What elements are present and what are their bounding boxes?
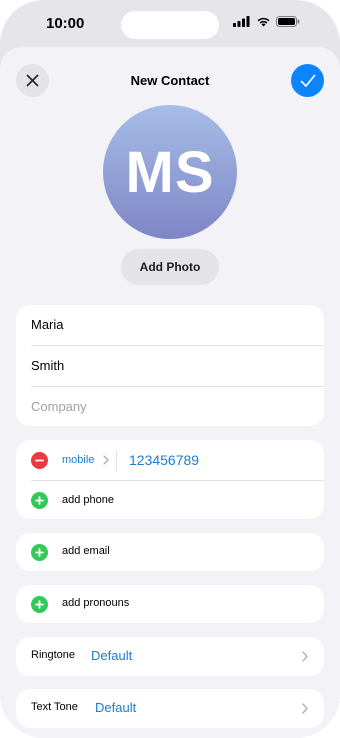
text-tone-label: Text Tone (31, 701, 78, 713)
remove-phone-button[interactable] (31, 452, 48, 469)
avatar-initials: MS (125, 139, 215, 205)
plus-icon (35, 600, 44, 609)
dynamic-island (121, 11, 219, 39)
company-placeholder: Company (31, 399, 87, 414)
first-name-value: Maria (31, 317, 64, 332)
done-button[interactable] (291, 64, 324, 97)
phone-label-selector[interactable]: mobile (62, 454, 94, 466)
text-tone-row[interactable]: Text Tone Default (16, 689, 324, 728)
add-photo-button[interactable]: Add Photo (121, 249, 219, 285)
status-time: 10:00 (46, 15, 85, 32)
add-email-button[interactable] (31, 544, 48, 561)
plus-icon (35, 496, 44, 505)
first-name-field[interactable]: Maria (16, 305, 324, 345)
phone-number-field[interactable]: 123456789 (129, 452, 199, 468)
add-phone-label[interactable]: add phone (62, 494, 114, 506)
phone-screen: 10:00 New Contact MS Add Photo Maria Smi… (0, 0, 340, 738)
new-contact-sheet: New Contact MS Add Photo Maria Smith Com… (0, 47, 340, 738)
page-title: New Contact (130, 73, 210, 88)
last-name-value: Smith (31, 358, 65, 373)
battery-icon (276, 16, 300, 27)
phone-group: mobile 123456789 add phone (16, 440, 324, 519)
chevron-right-icon (103, 455, 109, 465)
system-icons (233, 16, 300, 27)
add-email-row[interactable]: add email (16, 533, 324, 571)
cellular-signal-icon (233, 16, 250, 27)
plus-icon (35, 548, 44, 557)
add-pronouns-label: add pronouns (62, 597, 130, 609)
ringtone-row[interactable]: Ringtone Default (16, 637, 324, 676)
chevron-right-icon (302, 651, 308, 662)
checkmark-icon (300, 74, 315, 87)
chevron-right-icon (302, 703, 308, 714)
minus-icon (35, 459, 44, 462)
name-fields-group: Maria Smith Company (16, 305, 324, 426)
contact-avatar[interactable]: MS (103, 105, 237, 239)
vertical-divider (116, 450, 117, 472)
add-pronouns-button[interactable] (31, 596, 48, 613)
ringtone-value: Default (91, 648, 133, 663)
last-name-field[interactable]: Smith (16, 346, 324, 386)
ringtone-label: Ringtone (31, 649, 76, 661)
add-pronouns-row[interactable]: add pronouns (16, 585, 324, 623)
text-tone-value: Default (95, 700, 137, 715)
wifi-icon (257, 17, 270, 27)
add-email-label: add email (62, 545, 110, 557)
add-phone-button[interactable] (31, 492, 48, 509)
status-bar: 10:00 (0, 0, 340, 48)
company-field[interactable]: Company (16, 387, 324, 426)
divider (31, 480, 324, 481)
